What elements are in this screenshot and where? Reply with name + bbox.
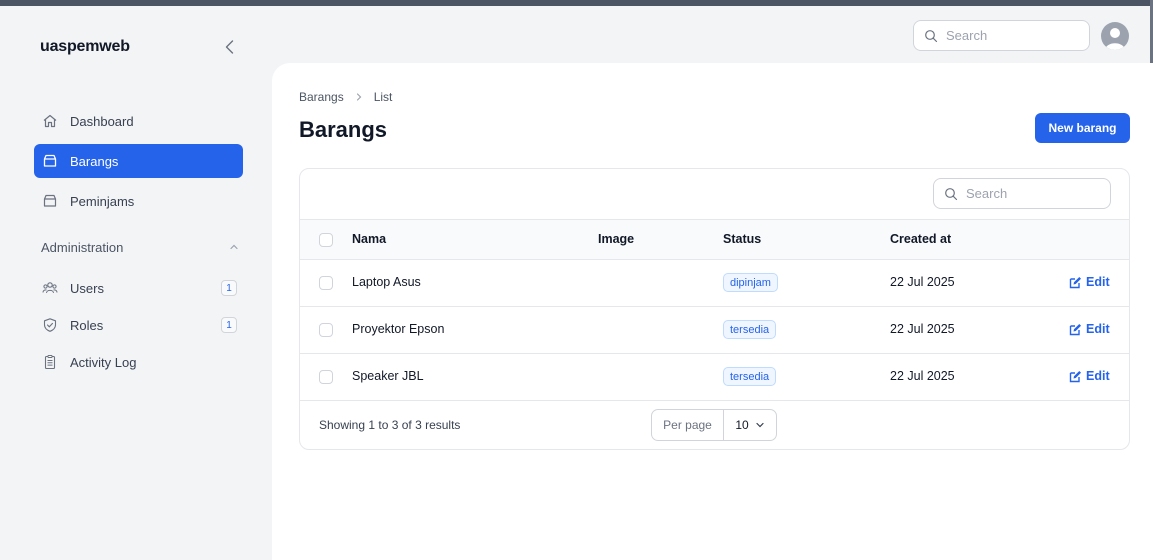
table-search-input[interactable] [966, 186, 1096, 201]
chevron-up-icon [230, 244, 238, 250]
breadcrumb-list: List [373, 90, 393, 104]
per-page-selected: 10 [735, 418, 749, 432]
sidebar-item-label: Activity Log [70, 354, 137, 370]
edit-label: Edit [1086, 322, 1110, 336]
breadcrumb-barangs[interactable]: Barangs [299, 90, 344, 104]
column-header-created-at[interactable]: Created at [890, 232, 951, 246]
count-badge: 1 [221, 280, 237, 296]
per-page-value[interactable]: 10 [724, 418, 776, 432]
sidebar-item-dashboard[interactable]: Dashboard [34, 104, 243, 138]
home-icon [42, 113, 58, 129]
status-badge: dipinjam [723, 273, 778, 292]
sidebar-item-users[interactable]: Users 1 [34, 271, 243, 305]
user-avatar[interactable] [1101, 22, 1129, 50]
column-header-image: Image [598, 232, 635, 246]
archive-box-icon [42, 193, 58, 209]
table-card: Nama Image Status Created at Laptop Asus… [299, 168, 1130, 450]
cell-created-at: 22 Jul 2025 [890, 322, 955, 336]
edit-label: Edit [1086, 275, 1110, 289]
row-checkbox[interactable] [319, 323, 333, 337]
edit-button[interactable]: Edit [1069, 322, 1110, 336]
user-icon [1105, 28, 1125, 50]
pencil-square-icon [1069, 323, 1081, 335]
sidebar-item-label: Barangs [70, 153, 119, 169]
clipboard-document-icon [42, 354, 58, 370]
pencil-square-icon [1069, 370, 1081, 382]
global-search[interactable] [913, 20, 1090, 51]
table-row: Speaker JBL tersedia 22 Jul 2025 Edit [300, 354, 1129, 401]
sidebar-admin-nav: Users 1 Roles 1 Activity Log [34, 271, 243, 382]
table-row: Laptop Asus dipinjam 22 Jul 2025 Edit [300, 260, 1129, 307]
table-header: Nama Image Status Created at [300, 219, 1129, 260]
global-search-input[interactable] [946, 28, 1076, 43]
cell-nama: Laptop Asus [352, 275, 421, 289]
brand-logo[interactable]: uaspemweb [40, 38, 130, 56]
sidebar-nav: Dashboard Barangs Peminjams [34, 104, 243, 224]
cell-created-at: 22 Jul 2025 [890, 275, 955, 289]
sidebar-group-label: Administration [41, 239, 124, 255]
sidebar-item-label: Peminjams [70, 193, 135, 209]
sidebar-item-label: Users [70, 280, 104, 296]
chevron-down-icon [756, 422, 764, 428]
edit-button[interactable]: Edit [1069, 275, 1110, 289]
sidebar-item-roles[interactable]: Roles 1 [34, 308, 243, 342]
edit-button[interactable]: Edit [1069, 369, 1110, 383]
users-icon [42, 280, 58, 296]
count-badge: 1 [221, 317, 237, 333]
column-header-status[interactable]: Status [723, 232, 761, 246]
sidebar-group-administration[interactable]: Administration [41, 236, 240, 258]
page-title: Barangs [299, 117, 388, 142]
sidebar: uaspemweb Dashboard Barangs Peminjams Ad… [0, 6, 260, 560]
sidebar-item-activity-log[interactable]: Activity Log [34, 345, 243, 379]
pencil-square-icon [1069, 276, 1081, 288]
table-footer: Showing 1 to 3 of 3 results Per page 10 [300, 401, 1129, 449]
sidebar-item-label: Dashboard [70, 113, 134, 129]
chevron-left-icon [225, 40, 234, 54]
archive-box-icon [42, 153, 58, 169]
table-search[interactable] [933, 178, 1111, 209]
status-badge: tersedia [723, 320, 777, 339]
select-all-checkbox[interactable] [319, 233, 333, 247]
search-icon [945, 187, 958, 200]
per-page-label: Per page [652, 410, 724, 440]
row-checkbox[interactable] [319, 276, 333, 290]
brand-row: uaspemweb [0, 6, 260, 82]
sidebar-item-label: Roles [70, 317, 104, 333]
chevron-right-icon [356, 93, 362, 101]
cell-created-at: 22 Jul 2025 [890, 369, 955, 383]
main-panel: Barangs List Barangs New barang Nama Ima… [272, 63, 1153, 560]
table-row: Proyektor Epson tersedia 22 Jul 2025 Edi… [300, 307, 1129, 354]
row-checkbox[interactable] [319, 370, 333, 384]
search-icon [925, 29, 938, 42]
edit-label: Edit [1086, 369, 1110, 383]
column-header-nama[interactable]: Nama [352, 232, 386, 246]
sidebar-item-peminjams[interactable]: Peminjams [34, 184, 243, 218]
sidebar-collapse-button[interactable] [220, 37, 240, 57]
breadcrumb: Barangs List [299, 90, 392, 104]
per-page-select[interactable]: Per page 10 [651, 409, 777, 441]
shield-check-icon [42, 317, 58, 333]
cell-nama: Proyektor Epson [352, 322, 445, 336]
cell-nama: Speaker JBL [352, 369, 424, 383]
status-badge: tersedia [723, 367, 777, 386]
new-barang-button[interactable]: New barang [1035, 113, 1130, 143]
pagination-summary: Showing 1 to 3 of 3 results [319, 418, 461, 432]
sidebar-item-barangs[interactable]: Barangs [34, 144, 243, 178]
